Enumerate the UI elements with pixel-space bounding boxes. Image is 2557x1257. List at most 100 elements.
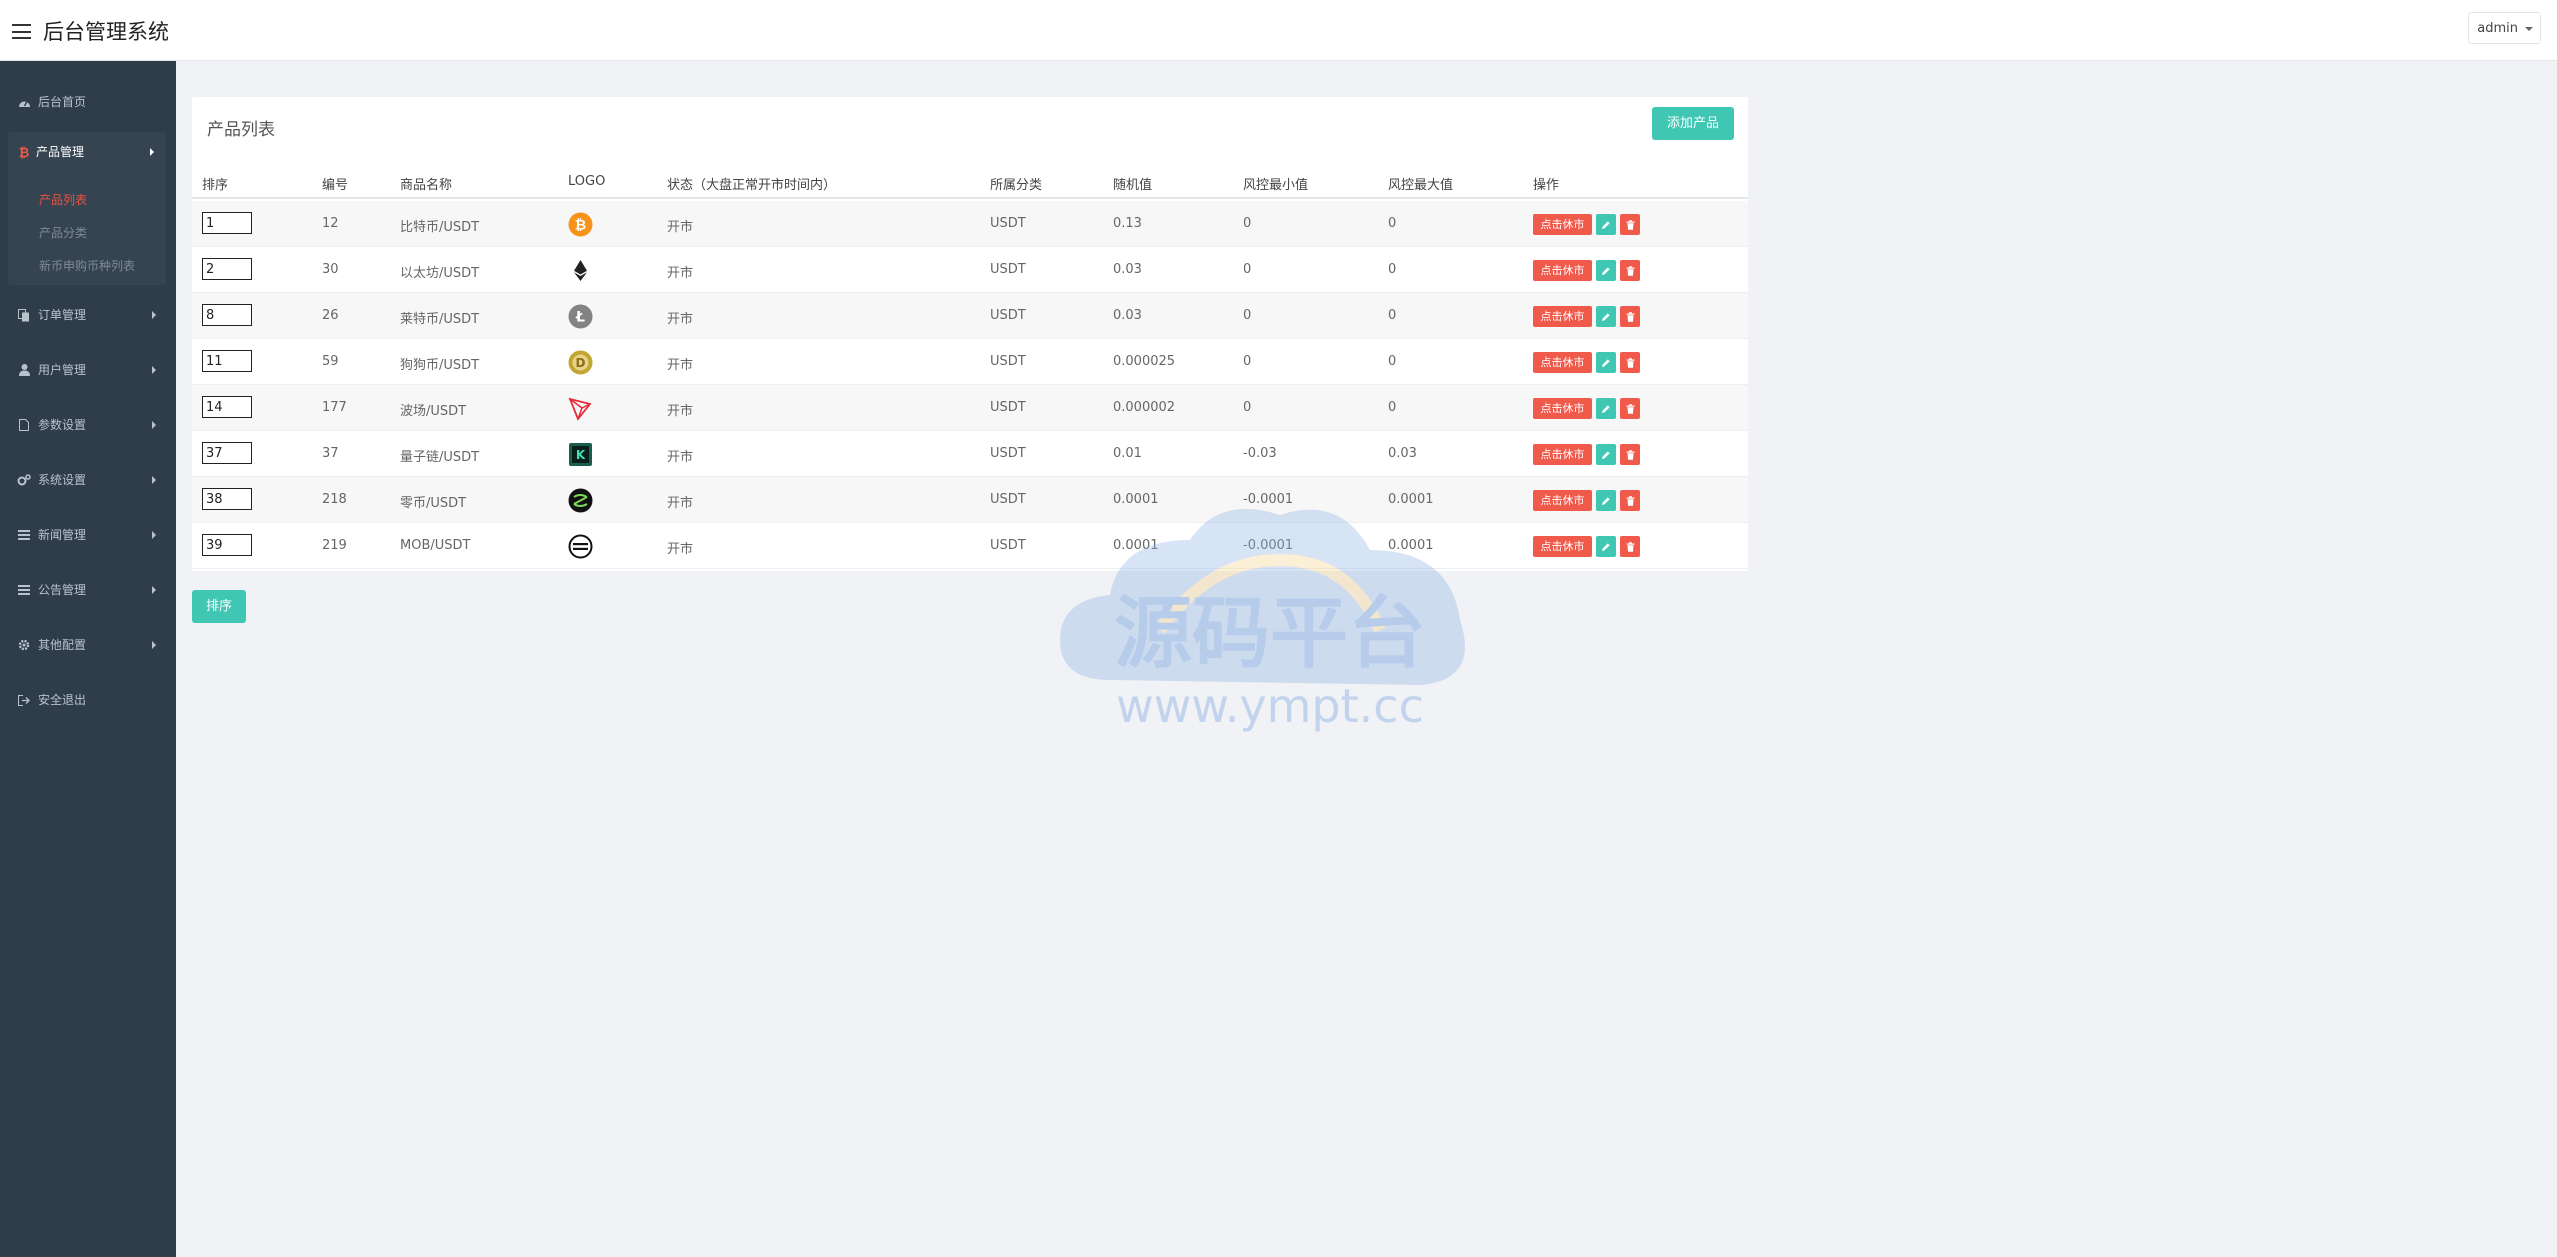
pencil-icon <box>1602 266 1610 275</box>
edit-button[interactable] <box>1596 398 1616 419</box>
menu-toggle-icon[interactable] <box>12 24 31 39</box>
table-header: 排序 编号 商品名称 LOGO 状态（大盘正常开市时间内） 所属分类 随机值 风… <box>192 161 1748 199</box>
trash-icon <box>1626 449 1634 460</box>
doge-logo: D <box>568 350 593 375</box>
edit-button[interactable] <box>1596 444 1616 465</box>
sidebar-item-system[interactable]: 系统设置 <box>0 460 176 500</box>
sidebar-item-notices[interactable]: 公告管理 <box>0 570 176 610</box>
delete-button[interactable] <box>1620 214 1640 235</box>
halt-market-button[interactable]: 点击休市 <box>1533 490 1592 511</box>
sidebar-item-other-config[interactable]: 其他配置 <box>0 625 176 665</box>
edit-button[interactable] <box>1596 306 1616 327</box>
edit-button[interactable] <box>1596 260 1616 281</box>
halt-market-button[interactable]: 点击休市 <box>1533 260 1592 281</box>
sidebar-item-label: 用户管理 <box>38 363 87 377</box>
trash-icon <box>1626 357 1634 368</box>
product-status: 开市 <box>667 220 694 235</box>
table-row: 12 比特币/USDT ₿ 开市 USDT 0.13 0 0 点击休市 <box>192 201 1748 247</box>
delete-button[interactable] <box>1620 490 1640 511</box>
sign-out-icon <box>16 692 32 708</box>
product-category: USDT <box>990 354 1026 369</box>
risk-min-value: 0 <box>1243 216 1252 231</box>
app-title: 后台管理系统 <box>43 20 169 44</box>
trash-icon <box>1626 541 1634 552</box>
sidebar-item-label: 订单管理 <box>38 308 87 322</box>
column-header: 风控最小值 <box>1243 178 1309 193</box>
halt-market-button[interactable]: 点击休市 <box>1533 444 1592 465</box>
random-value: 0.03 <box>1113 308 1142 323</box>
halt-market-button[interactable]: 点击休市 <box>1533 214 1592 235</box>
halt-market-button[interactable]: 点击休市 <box>1533 306 1592 327</box>
trash-icon <box>1626 311 1634 322</box>
chevron-right-icon <box>150 148 154 156</box>
watermark-url: www.ympt.cc <box>1116 679 1424 733</box>
user-menu[interactable]: admin <box>2468 12 2541 44</box>
chevron-down-icon <box>2525 27 2533 31</box>
sort-order-input[interactable] <box>202 212 252 234</box>
sort-order-input[interactable] <box>202 350 252 372</box>
add-product-button[interactable]: 添加产品 <box>1652 107 1734 140</box>
risk-min-value: -0.0001 <box>1243 492 1294 507</box>
edit-button[interactable] <box>1596 490 1616 511</box>
ltc-logo: Ł <box>568 304 593 329</box>
delete-button[interactable] <box>1620 306 1640 327</box>
bitcoin-icon: ₿ <box>16 144 32 160</box>
delete-button[interactable] <box>1620 260 1640 281</box>
sidebar-item-label: 产品管理 <box>36 145 85 159</box>
product-status: 开市 <box>667 404 694 419</box>
delete-button[interactable] <box>1620 398 1640 419</box>
edit-button[interactable] <box>1596 214 1616 235</box>
sidebar-item-orders[interactable]: 订单管理 <box>0 295 176 335</box>
sort-order-input[interactable] <box>202 258 252 280</box>
pencil-icon <box>1602 450 1610 459</box>
product-category: USDT <box>990 446 1026 461</box>
risk-max-value: 0.0001 <box>1388 492 1434 507</box>
sort-order-input[interactable] <box>202 442 252 464</box>
sidebar-item-params[interactable]: 参数设置 <box>0 405 176 445</box>
chevron-right-icon <box>152 586 156 594</box>
product-status: 开市 <box>667 450 694 465</box>
delete-button[interactable] <box>1620 352 1640 373</box>
halt-market-button[interactable]: 点击休市 <box>1533 536 1592 557</box>
edit-button[interactable] <box>1596 352 1616 373</box>
halt-market-button[interactable]: 点击休市 <box>1533 398 1592 419</box>
product-name: 量子链/USDT <box>400 450 480 465</box>
sort-order-input[interactable] <box>202 534 252 556</box>
product-id: 12 <box>322 216 339 231</box>
column-header: 随机值 <box>1113 178 1153 193</box>
product-status: 开市 <box>667 312 694 327</box>
sidebar-item-products[interactable]: ₿ 产品管理 <box>8 132 166 172</box>
product-category: USDT <box>990 262 1026 277</box>
watermark-title: 源码平台 <box>1114 589 1426 679</box>
risk-max-value: 0 <box>1388 308 1397 323</box>
sort-button[interactable]: 排序 <box>192 590 246 623</box>
sidebar: 后台首页 ₿ 产品管理 产品列表 产品分类 新币申购币种列表 订单管理 用户管理… <box>0 61 176 1257</box>
edit-button[interactable] <box>1596 536 1616 557</box>
sidebar-item-label: 后台首页 <box>38 95 87 109</box>
delete-button[interactable] <box>1620 536 1640 557</box>
sidebar-item-users[interactable]: 用户管理 <box>0 350 176 390</box>
risk-max-value: 0.0001 <box>1388 538 1434 553</box>
delete-button[interactable] <box>1620 444 1640 465</box>
sidebar-subitem-new-coin-list[interactable]: 新币申购币种列表 <box>39 257 135 274</box>
product-category: USDT <box>990 400 1026 415</box>
sort-order-input[interactable] <box>202 304 252 326</box>
sidebar-item-label: 系统设置 <box>38 473 87 487</box>
sidebar-item-dashboard[interactable]: 后台首页 <box>0 82 176 122</box>
random-value: 0.01 <box>1113 446 1142 461</box>
sort-order-input[interactable] <box>202 396 252 418</box>
product-name: 莱特币/USDT <box>400 312 480 327</box>
chevron-right-icon <box>152 366 156 374</box>
sidebar-subitem-product-list[interactable]: 产品列表 <box>39 191 87 208</box>
column-header: 编号 <box>322 178 349 193</box>
svg-text:D: D <box>576 356 586 370</box>
sidebar-subitem-product-category[interactable]: 产品分类 <box>39 224 87 241</box>
trash-icon <box>1626 403 1634 414</box>
sort-order-input[interactable] <box>202 488 252 510</box>
trash-icon <box>1626 495 1634 506</box>
sidebar-item-news[interactable]: 新闻管理 <box>0 515 176 555</box>
product-category: USDT <box>990 216 1026 231</box>
table-row: 59 狗狗币/USDT D 开市 USDT 0.000025 0 0 点击休市 <box>192 339 1748 385</box>
halt-market-button[interactable]: 点击休市 <box>1533 352 1592 373</box>
sidebar-item-logout[interactable]: 安全退出 <box>0 680 176 720</box>
